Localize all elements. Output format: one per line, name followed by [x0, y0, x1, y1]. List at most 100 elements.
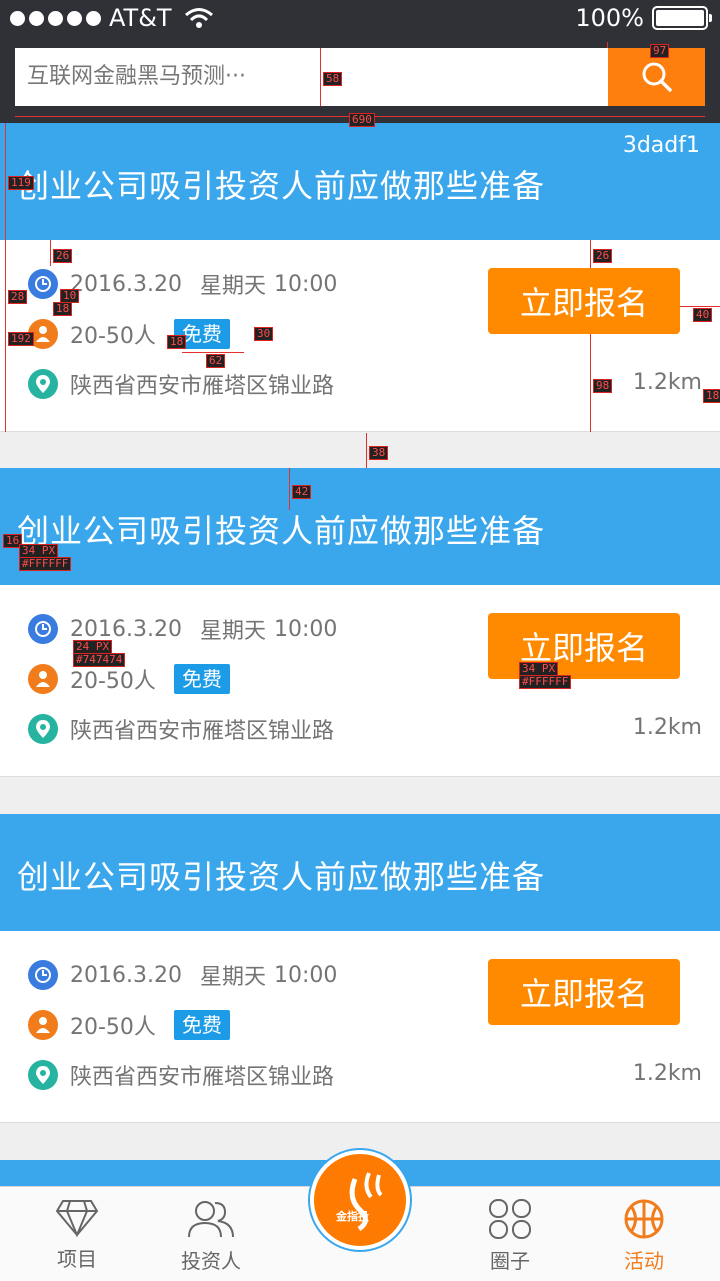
tab-label: 活动: [624, 1249, 664, 1273]
event-people: 20-50人: [70, 324, 156, 349]
person-icon: [28, 664, 58, 694]
search-icon: [642, 62, 672, 92]
measure-label: 38: [369, 446, 389, 460]
event-details: 2016.3.20 星期天 10:00 20-50人 免费 陕西省西安市雁塔区锦…: [0, 240, 720, 432]
signup-button[interactable]: 立即报名: [488, 613, 680, 679]
event-banner: 创业公司吸引投资人前应做那些准备: [0, 814, 720, 931]
search-bar: 互联网金融黑马预测···: [0, 40, 720, 123]
wifi-icon: [184, 8, 213, 28]
event-people: 20-50人: [70, 1015, 156, 1040]
location-pin-icon: [28, 714, 58, 744]
measure-label: 58: [323, 72, 343, 86]
tab-circle[interactable]: 圈子: [460, 1199, 560, 1274]
spec-label: 24 PX: [73, 640, 113, 654]
measure-label: 30: [254, 327, 274, 341]
event-people-row: 20-50人 免费: [28, 663, 230, 695]
signal-icon: [10, 10, 101, 26]
measure-label: 10: [60, 289, 80, 303]
event-distance: 1.2km: [632, 370, 702, 395]
event-title: 创业公司吸引投资人前应做那些准备: [17, 512, 546, 550]
clover-icon: [489, 1199, 531, 1239]
clock-icon: [28, 960, 58, 990]
measure-label: 18: [53, 302, 73, 316]
measure-line: [289, 468, 290, 510]
measure-line: [366, 433, 367, 468]
measure-line: [590, 240, 591, 268]
measure-label: 40: [693, 308, 713, 322]
spec-label: #FFFFFF: [19, 557, 72, 571]
event-time: 10:00: [273, 271, 338, 297]
event-people: 20-50人: [70, 669, 156, 694]
measure-line: [5, 123, 6, 240]
status-bar: AT&T 100%: [0, 0, 720, 40]
event-address-row: 陕西省西安市雁塔区锦业路: [28, 713, 334, 745]
signup-button[interactable]: 立即报名: [488, 959, 680, 1025]
event-date: 2016.3.20: [70, 271, 182, 297]
event-weekday: 星期天: [199, 274, 266, 299]
measure-label: 26: [53, 249, 73, 263]
tab-investors[interactable]: 投资人: [161, 1199, 261, 1274]
event-date: 2016.3.20: [70, 616, 182, 642]
event-datetime-row: 2016.3.20 星期天 10:00: [28, 959, 337, 991]
event-address: 陕西省西安市雁塔区锦业路: [70, 374, 335, 399]
measure-line: [607, 42, 608, 48]
event-address-row: 陕西省西安市雁塔区锦业路: [28, 368, 334, 400]
event-date: 2016.3.20: [70, 962, 182, 988]
location-pin-icon: [28, 1060, 58, 1090]
people-icon: [188, 1201, 234, 1238]
event-address: 陕西省西安市雁塔区锦业路: [70, 719, 335, 744]
basketball-icon: [624, 1199, 664, 1239]
fee-tag: 免费: [173, 1010, 230, 1040]
center-logo-label: 金指投: [336, 1210, 369, 1223]
event-weekday: 星期天: [199, 965, 266, 990]
event-time: 10:00: [273, 616, 338, 642]
spec-label: 34 PX: [519, 662, 559, 676]
event-banner: 创业公司吸引投资人前应做那些准备 3dadf1: [0, 123, 720, 240]
measure-line: [320, 48, 321, 106]
event-distance: 1.2km: [632, 1061, 702, 1086]
spec-label: #747474: [73, 653, 126, 667]
tab-projects[interactable]: 项目: [27, 1199, 127, 1272]
center-logo-button[interactable]: 金指投: [310, 1150, 410, 1250]
event-details: 2016.3.20 星期天 10:00 20-50人 免费 陕西省西安市雁塔区锦…: [0, 931, 720, 1123]
spec-label: 34 PX: [19, 544, 59, 558]
event-distance: 1.2km: [632, 715, 702, 740]
carrier-label: AT&T: [109, 4, 172, 32]
measure-label: 192: [8, 332, 34, 346]
measure-label: 62: [206, 354, 226, 368]
person-icon: [28, 1010, 58, 1040]
measure-line: [5, 240, 6, 432]
battery-icon: [652, 6, 712, 30]
event-people-row: 20-50人 免费: [28, 318, 230, 350]
measure-line: [182, 352, 244, 353]
event-code: 3dadf1: [622, 133, 700, 158]
tab-label: 圈子: [490, 1249, 530, 1273]
battery-percent: 100%: [575, 4, 644, 32]
location-pin-icon: [28, 369, 58, 399]
measure-label: 28: [8, 290, 28, 304]
measure-line: [590, 334, 591, 432]
measure-line: [50, 240, 51, 266]
event-time: 10:00: [273, 962, 338, 988]
measure-label: 18: [703, 389, 720, 403]
spec-label: #FFFFFF: [519, 675, 572, 689]
measure-label: 690: [349, 113, 375, 127]
event-weekday: 星期天: [199, 619, 266, 644]
tab-label: 项目: [57, 1247, 97, 1271]
measure-label: 119: [8, 176, 34, 190]
diamond-icon: [55, 1200, 99, 1237]
event-card[interactable]: 创业公司吸引投资人前应做那些准备 2016.3.20 星期天 10:00 20-…: [0, 468, 720, 777]
event-title: 创业公司吸引投资人前应做那些准备: [17, 858, 546, 896]
tab-events[interactable]: 活动: [594, 1199, 694, 1274]
event-card[interactable]: 创业公司吸引投资人前应做那些准备 2016.3.20 星期天 10:00 20-…: [0, 814, 720, 1123]
logo-icon: [349, 1172, 383, 1232]
measure-label: 18: [167, 335, 187, 349]
event-people-row: 20-50人 免费: [28, 1009, 230, 1041]
signup-button[interactable]: 立即报名: [488, 268, 680, 334]
search-input[interactable]: 互联网金融黑马预测···: [15, 48, 608, 106]
measure-label: 98: [593, 379, 613, 393]
event-address: 陕西省西安市雁塔区锦业路: [70, 1065, 335, 1090]
event-address-row: 陕西省西安市雁塔区锦业路: [28, 1059, 334, 1091]
event-banner: 创业公司吸引投资人前应做那些准备: [0, 468, 720, 585]
measure-label: 26: [593, 249, 613, 263]
